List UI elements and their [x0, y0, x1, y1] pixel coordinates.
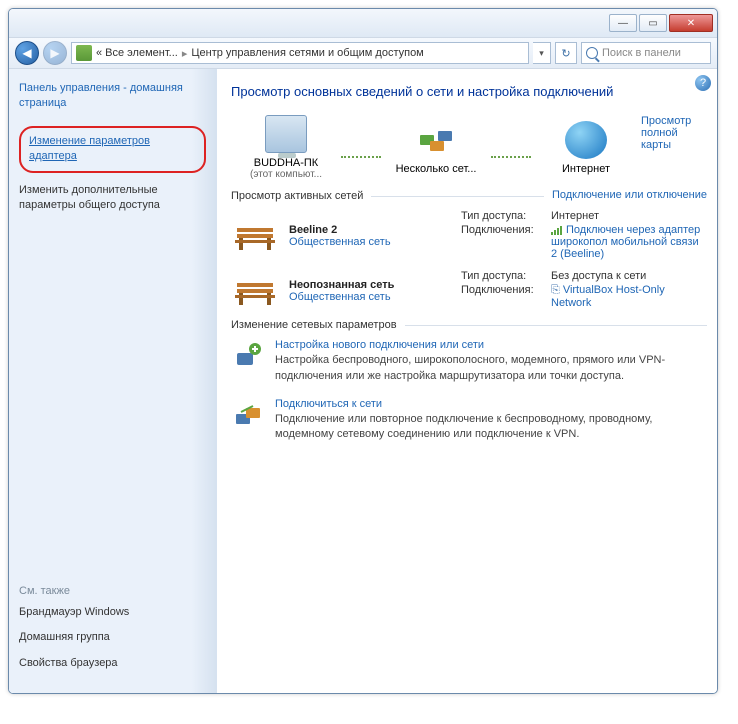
- control-panel-icon: [76, 45, 92, 61]
- breadcrumb-segment-1[interactable]: « Все элемент...: [96, 47, 178, 59]
- address-bar: ◀ ▶ « Все элемент... ▸ Центр управления …: [9, 37, 717, 69]
- map-node-networks[interactable]: Несколько сет...: [381, 121, 491, 175]
- computer-icon: [265, 115, 307, 153]
- breadcrumb[interactable]: « Все элемент... ▸ Центр управления сетя…: [71, 42, 529, 64]
- window-frame: — ▭ ✕ ◀ ▶ « Все элемент... ▸ Центр управ…: [8, 8, 718, 694]
- breadcrumb-segment-2[interactable]: Центр управления сетями и общим доступом: [191, 47, 423, 59]
- setting-description: Настройка беспроводного, широкополосного…: [275, 353, 707, 384]
- network-name: Неопознанная сеть: [289, 279, 394, 291]
- maximize-button[interactable]: ▭: [639, 14, 667, 32]
- setting-new-connection: Настройка нового подключения или сети На…: [231, 339, 707, 384]
- sidebar: Панель управления - домашняя страница Из…: [9, 69, 217, 693]
- map-node-label: Интернет: [562, 163, 610, 175]
- view-full-map-link[interactable]: Просмотр полной карты: [641, 115, 707, 151]
- main-panel: ? Просмотр основных сведений о сети и на…: [217, 69, 717, 693]
- map-connection-icon: [341, 156, 381, 158]
- signal-bars-icon: [551, 225, 563, 235]
- connections-label: Подключения:: [461, 224, 551, 260]
- close-button[interactable]: ✕: [669, 14, 713, 32]
- setting-title-link[interactable]: Подключиться к сети: [275, 398, 707, 410]
- refresh-button[interactable]: ↻: [555, 42, 577, 64]
- network-entry-2: Неопознанная сеть Общественная сеть Тип …: [231, 270, 707, 311]
- network-type-link[interactable]: Общественная сеть: [289, 236, 391, 248]
- setting-title-link[interactable]: Настройка нового подключения или сети: [275, 339, 707, 351]
- active-networks-label: Просмотр активных сетей Подключение или …: [231, 190, 707, 202]
- forward-button[interactable]: ▶: [43, 41, 67, 65]
- network-type-link[interactable]: Общественная сеть: [289, 291, 394, 303]
- sidebar-link-homegroup[interactable]: Домашняя группа: [19, 630, 206, 645]
- adapter-icon: ⎘: [551, 284, 560, 296]
- breadcrumb-sep-icon: ▸: [182, 47, 188, 60]
- sidebar-link-firewall[interactable]: Брандмауэр Windows: [19, 605, 206, 620]
- connection-link[interactable]: ⎘VirtualBox Host-Only Network: [551, 284, 707, 309]
- connections-label: Подключения:: [461, 284, 551, 309]
- access-type-label: Тип доступа:: [461, 270, 551, 282]
- map-node-internet[interactable]: Интернет: [531, 121, 641, 175]
- connect-network-icon: [231, 398, 265, 432]
- globe-icon: [565, 121, 607, 159]
- network-map: BUDDHA-ПК (этот компьют... Несколько сет…: [231, 115, 707, 180]
- sidebar-home-link[interactable]: Панель управления - домашняя страница: [19, 81, 206, 112]
- connection-link[interactable]: Подключен через адаптер широкопол мобиль…: [551, 224, 707, 260]
- park-bench-icon: [231, 271, 279, 311]
- map-node-computer[interactable]: BUDDHA-ПК (этот компьют...: [231, 115, 341, 180]
- connect-disconnect-link[interactable]: Подключение или отключение: [544, 189, 707, 201]
- sidebar-link-adapter-settings[interactable]: Изменение параметров адаптера: [19, 126, 206, 173]
- minimize-button[interactable]: —: [609, 14, 637, 32]
- new-connection-icon: [231, 339, 265, 373]
- access-type-label: Тип доступа:: [461, 210, 551, 222]
- sidebar-see-also-label: См. также: [19, 585, 206, 597]
- search-icon: [586, 47, 598, 59]
- network-hub-icon: [415, 121, 457, 159]
- network-settings-label: Изменение сетевых параметров: [231, 319, 707, 331]
- back-button[interactable]: ◀: [15, 41, 39, 65]
- help-icon[interactable]: ?: [695, 75, 711, 91]
- page-title: Просмотр основных сведений о сети и наст…: [231, 83, 707, 101]
- park-bench-icon: [231, 216, 279, 256]
- setting-description: Подключение или повторное подключение к …: [275, 412, 707, 443]
- setting-connect-network: Подключиться к сети Подключение или повт…: [231, 398, 707, 443]
- map-node-label: Несколько сет...: [396, 163, 477, 175]
- breadcrumb-dropdown[interactable]: ▾: [533, 42, 551, 64]
- content-area: Панель управления - домашняя страница Из…: [9, 69, 717, 693]
- titlebar: — ▭ ✕: [9, 9, 717, 37]
- sidebar-link-sharing-settings[interactable]: Изменить дополнительные параметры общего…: [19, 183, 206, 214]
- network-name: Beeline 2: [289, 224, 391, 236]
- map-connection-icon: [491, 156, 531, 158]
- sidebar-link-browser-props[interactable]: Свойства браузера: [19, 656, 206, 671]
- map-node-label: BUDDHA-ПК: [254, 157, 318, 169]
- search-placeholder: Поиск в панели: [602, 47, 681, 59]
- access-type-value: Без доступа к сети: [551, 270, 707, 282]
- map-node-sublabel: (этот компьют...: [250, 169, 322, 180]
- network-entry-1: Beeline 2 Общественная сеть Тип доступа:…: [231, 210, 707, 262]
- access-type-value: Интернет: [551, 210, 707, 222]
- search-input[interactable]: Поиск в панели: [581, 42, 711, 64]
